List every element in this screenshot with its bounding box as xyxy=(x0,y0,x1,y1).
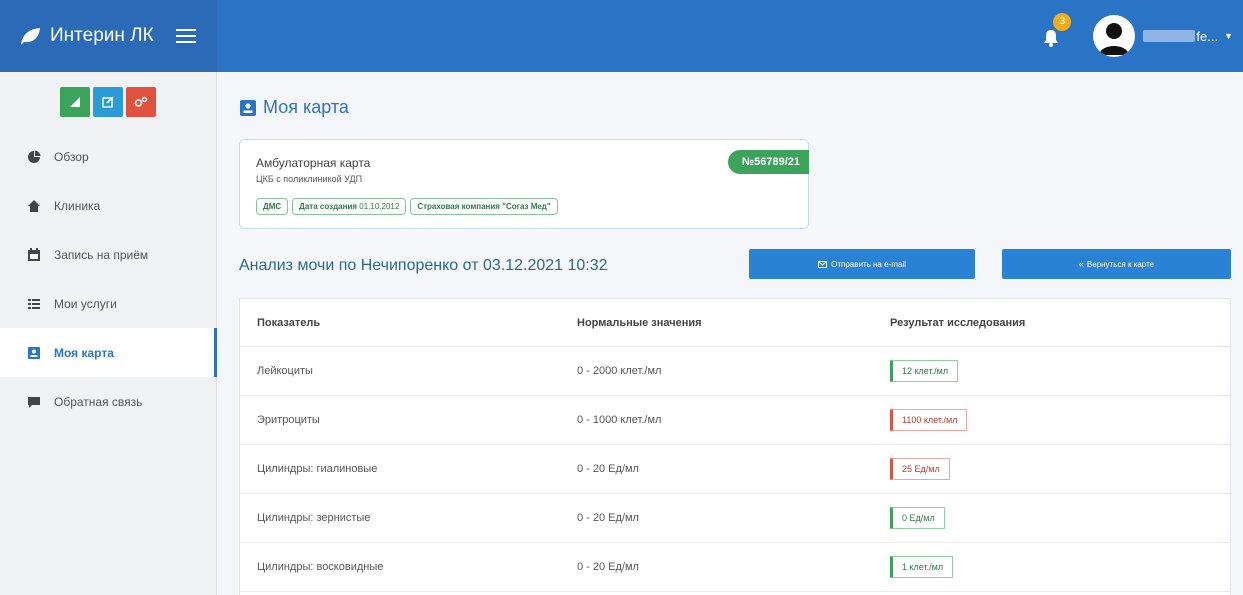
cell-normal: 0 - 20 Ед/мл xyxy=(577,463,639,475)
pie-chart-icon xyxy=(26,149,42,165)
table-row: Эритроциты 0 - 1000 клет./мл 1100 клет./… xyxy=(240,396,1230,445)
analysis-title: Анализ мочи по Нечипоренко от 03.12.2021… xyxy=(239,257,608,274)
table-row: Лейкоциты 0 - 2000 клет./мл 12 клет./мл xyxy=(240,347,1230,396)
id-card-icon xyxy=(239,99,257,117)
page-title: Моя карта xyxy=(239,97,349,118)
hamburger-menu-icon[interactable] xyxy=(175,26,196,46)
id-card-icon xyxy=(26,345,42,361)
top-navbar: Интерин ЛК 3 fe... ▼ xyxy=(0,0,1243,72)
sidebar-item-label: Обзор xyxy=(54,149,89,164)
card-tags: ДМС Дата создания 01.10.2012 Страховая к… xyxy=(256,198,558,215)
sidebar-item-services[interactable]: Мои услуги xyxy=(0,279,216,328)
cell-indicator: Цилиндры: зернистые xyxy=(257,512,371,524)
sidebar-item-label: Моя карта xyxy=(54,345,114,360)
result-badge-normal: 1 клет./мл xyxy=(890,556,954,578)
sidebar-item-feedback[interactable]: Обратная связь xyxy=(0,377,216,426)
table-row: Цилиндры: зернистые 0 - 20 Ед/мл 0 Ед/мл xyxy=(240,494,1230,543)
home-icon xyxy=(26,198,42,214)
card-subtitle: ЦКБ с поликлиникой УДП xyxy=(256,174,363,184)
page-title-text: Моя карта xyxy=(263,97,349,117)
sidebar-item-label: Обратная связь xyxy=(54,394,143,409)
result-badge-normal: 0 Ед/мл xyxy=(890,507,945,529)
username-text: fe... xyxy=(1196,28,1219,44)
cell-indicator: Лейкоциты xyxy=(257,365,313,377)
table-row: Цилиндры: гиалиновые 0 - 20 Ед/мл 25 Ед/… xyxy=(240,445,1230,494)
back-to-card-button[interactable]: « Вернуться к карте xyxy=(1002,249,1231,279)
cell-indicator: Цилиндры: восковидные xyxy=(257,561,384,573)
cell-normal: 0 - 2000 клет./мл xyxy=(577,365,662,377)
stats-button[interactable] xyxy=(60,87,90,117)
header-result: Результат исследования xyxy=(890,316,1026,329)
header-normal-values: Нормальные значения xyxy=(577,316,702,329)
gears-icon xyxy=(134,96,148,107)
tag-dms: ДМС xyxy=(256,198,289,215)
envelope-icon xyxy=(818,260,828,268)
tag-insurance-company: Страховая компания "Согаз Мед" xyxy=(410,198,558,215)
brand[interactable]: Интерин ЛК xyxy=(0,0,217,72)
double-chevron-left-icon: « xyxy=(1078,259,1084,269)
list-icon xyxy=(26,296,42,312)
sidebar-item-appointment[interactable]: Запись на приём xyxy=(0,230,216,279)
tag-creation-date: Дата создания 01.10.2012 xyxy=(292,198,407,215)
sidebar-item-label: Клиника xyxy=(54,198,101,213)
results-table: Показатель Нормальные значения Результат… xyxy=(239,298,1231,595)
cell-normal: 0 - 1000 клет./мл xyxy=(577,414,662,426)
sidebar-item-label: Мои услуги xyxy=(54,296,117,311)
chevron-down-icon: ▼ xyxy=(1224,31,1233,41)
sidebar-item-label: Запись на приём xyxy=(54,247,149,262)
send-email-button[interactable]: Отправить на e-mail xyxy=(749,249,975,279)
card-number-badge: №56789/21 xyxy=(727,150,809,174)
sidebar-item-clinic[interactable]: Клиника xyxy=(0,181,216,230)
comment-icon xyxy=(26,394,42,410)
sidebar-quick-buttons xyxy=(0,72,216,132)
notifications-bell-icon[interactable]: 3 xyxy=(1043,13,1072,47)
cell-indicator: Эритроциты xyxy=(257,414,320,426)
edit-button[interactable] xyxy=(93,87,123,117)
username-redacted xyxy=(1143,30,1196,42)
card-title: Амбулаторная карта xyxy=(256,156,371,170)
cell-normal: 0 - 20 Ед/мл xyxy=(577,561,639,573)
notification-count-badge: 3 xyxy=(1053,13,1072,31)
table-row: Цилиндры: восковидные 0 - 20 Ед/мл 1 кле… xyxy=(240,543,1230,592)
signal-icon xyxy=(70,97,80,107)
leaf-logo-icon xyxy=(18,24,42,48)
result-badge-abnormal: 25 Ед/мл xyxy=(890,458,950,480)
user-avatar[interactable] xyxy=(1093,15,1136,57)
result-badge-normal: 12 клет./мл xyxy=(890,360,959,382)
sidebar: Обзор Клиника Запись на приём Мои услуги… xyxy=(0,72,217,595)
app-title: Интерин ЛК xyxy=(50,25,154,46)
edit-icon xyxy=(102,96,114,108)
table-header: Показатель Нормальные значения Результат… xyxy=(240,299,1230,347)
cell-indicator: Цилиндры: гиалиновые xyxy=(257,463,378,475)
calendar-icon xyxy=(26,247,42,263)
cell-normal: 0 - 20 Ед/мл xyxy=(577,512,639,524)
user-menu[interactable]: fe... ▼ xyxy=(1143,29,1233,44)
sidebar-item-overview[interactable]: Обзор xyxy=(0,132,216,181)
sidebar-item-my-card[interactable]: Моя карта xyxy=(0,328,217,377)
result-badge-abnormal: 1100 клет./мл xyxy=(890,409,968,431)
settings-button[interactable] xyxy=(126,87,156,117)
medical-card-info: Амбулаторная карта ЦКБ с поликлиникой УД… xyxy=(239,139,809,229)
header-indicator: Показатель xyxy=(257,316,321,329)
main-content: Моя карта Амбулаторная карта ЦКБ с полик… xyxy=(217,72,1243,595)
